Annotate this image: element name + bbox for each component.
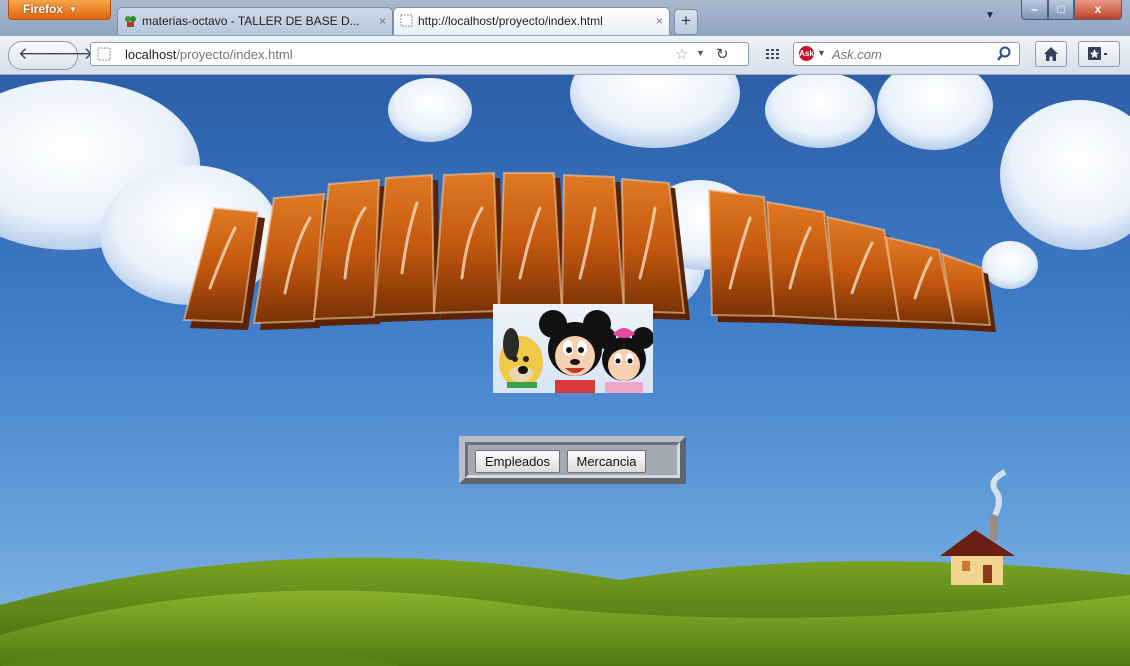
firefox-menu-label: Firefox	[23, 2, 64, 16]
empleados-button[interactable]: Empleados	[475, 450, 561, 473]
tab-list-dropdown-icon[interactable]: ▼	[985, 10, 995, 21]
navigation-toolbar: 🡐 🡒 localhost/proyecto/index.html ☆ ▼ ↻ …	[0, 36, 1130, 75]
apps-grid-icon[interactable]	[766, 49, 780, 59]
home-button[interactable]	[1035, 41, 1067, 67]
menu-button-panel: Empleados Mercancia	[459, 436, 686, 484]
tab-index[interactable]: http://localhost/proyecto/index.html ×	[393, 7, 670, 35]
maximize-button[interactable]: □	[1048, 0, 1074, 20]
cartoon-characters-image	[493, 304, 653, 393]
window-titlebar: Firefox ▼ materias-octavo - TALLER DE BAS…	[0, 0, 1130, 36]
blank-page-icon	[400, 14, 413, 27]
reload-icon[interactable]: ↻	[716, 45, 729, 63]
ask-logo-icon[interactable]: Ask	[799, 46, 814, 61]
back-forward-group: 🡐 🡒	[8, 41, 94, 70]
search-bar[interactable]: Ask ▼ Ask.com	[793, 42, 1020, 66]
mercancia-button[interactable]: Mercancia	[566, 450, 647, 473]
tab-title: http://localhost/proyecto/index.html	[418, 14, 603, 28]
chevron-down-icon: ▼	[69, 5, 77, 14]
url-history-dropdown-icon[interactable]: ▼	[696, 48, 705, 58]
search-engine-dropdown-icon[interactable]: ▼	[817, 48, 826, 58]
tab-close-icon[interactable]: ×	[379, 8, 386, 34]
address-bar[interactable]: localhost/proyecto/index.html ☆ ▼ ↻	[90, 42, 749, 66]
tab-materias[interactable]: materias-octavo - TALLER DE BASE D... ×	[117, 7, 393, 35]
url-text[interactable]: localhost/proyecto/index.html	[125, 47, 293, 62]
bookmarks-menu-icon	[1088, 47, 1107, 60]
blank-page-icon	[97, 47, 111, 61]
tab-title: materias-octavo - TALLER DE BASE D...	[142, 14, 360, 28]
close-window-button[interactable]: x	[1074, 0, 1122, 20]
home-icon	[1044, 47, 1058, 61]
search-icon[interactable]	[997, 46, 1011, 61]
firefox-menu-button[interactable]: Firefox ▼	[8, 0, 111, 20]
page-viewport: Empleados Mercancia	[0, 75, 1130, 666]
forward-icon[interactable]: 🡒	[48, 44, 94, 64]
minimize-button[interactable]: –	[1021, 0, 1048, 20]
new-tab-button[interactable]: +	[674, 9, 698, 35]
bookmarks-menu-button[interactable]	[1078, 41, 1120, 67]
plant-favicon-icon	[125, 16, 136, 27]
bookmark-star-icon[interactable]: ☆	[675, 45, 688, 63]
tab-close-icon[interactable]: ×	[656, 8, 663, 34]
search-input[interactable]: Ask.com	[832, 47, 882, 62]
